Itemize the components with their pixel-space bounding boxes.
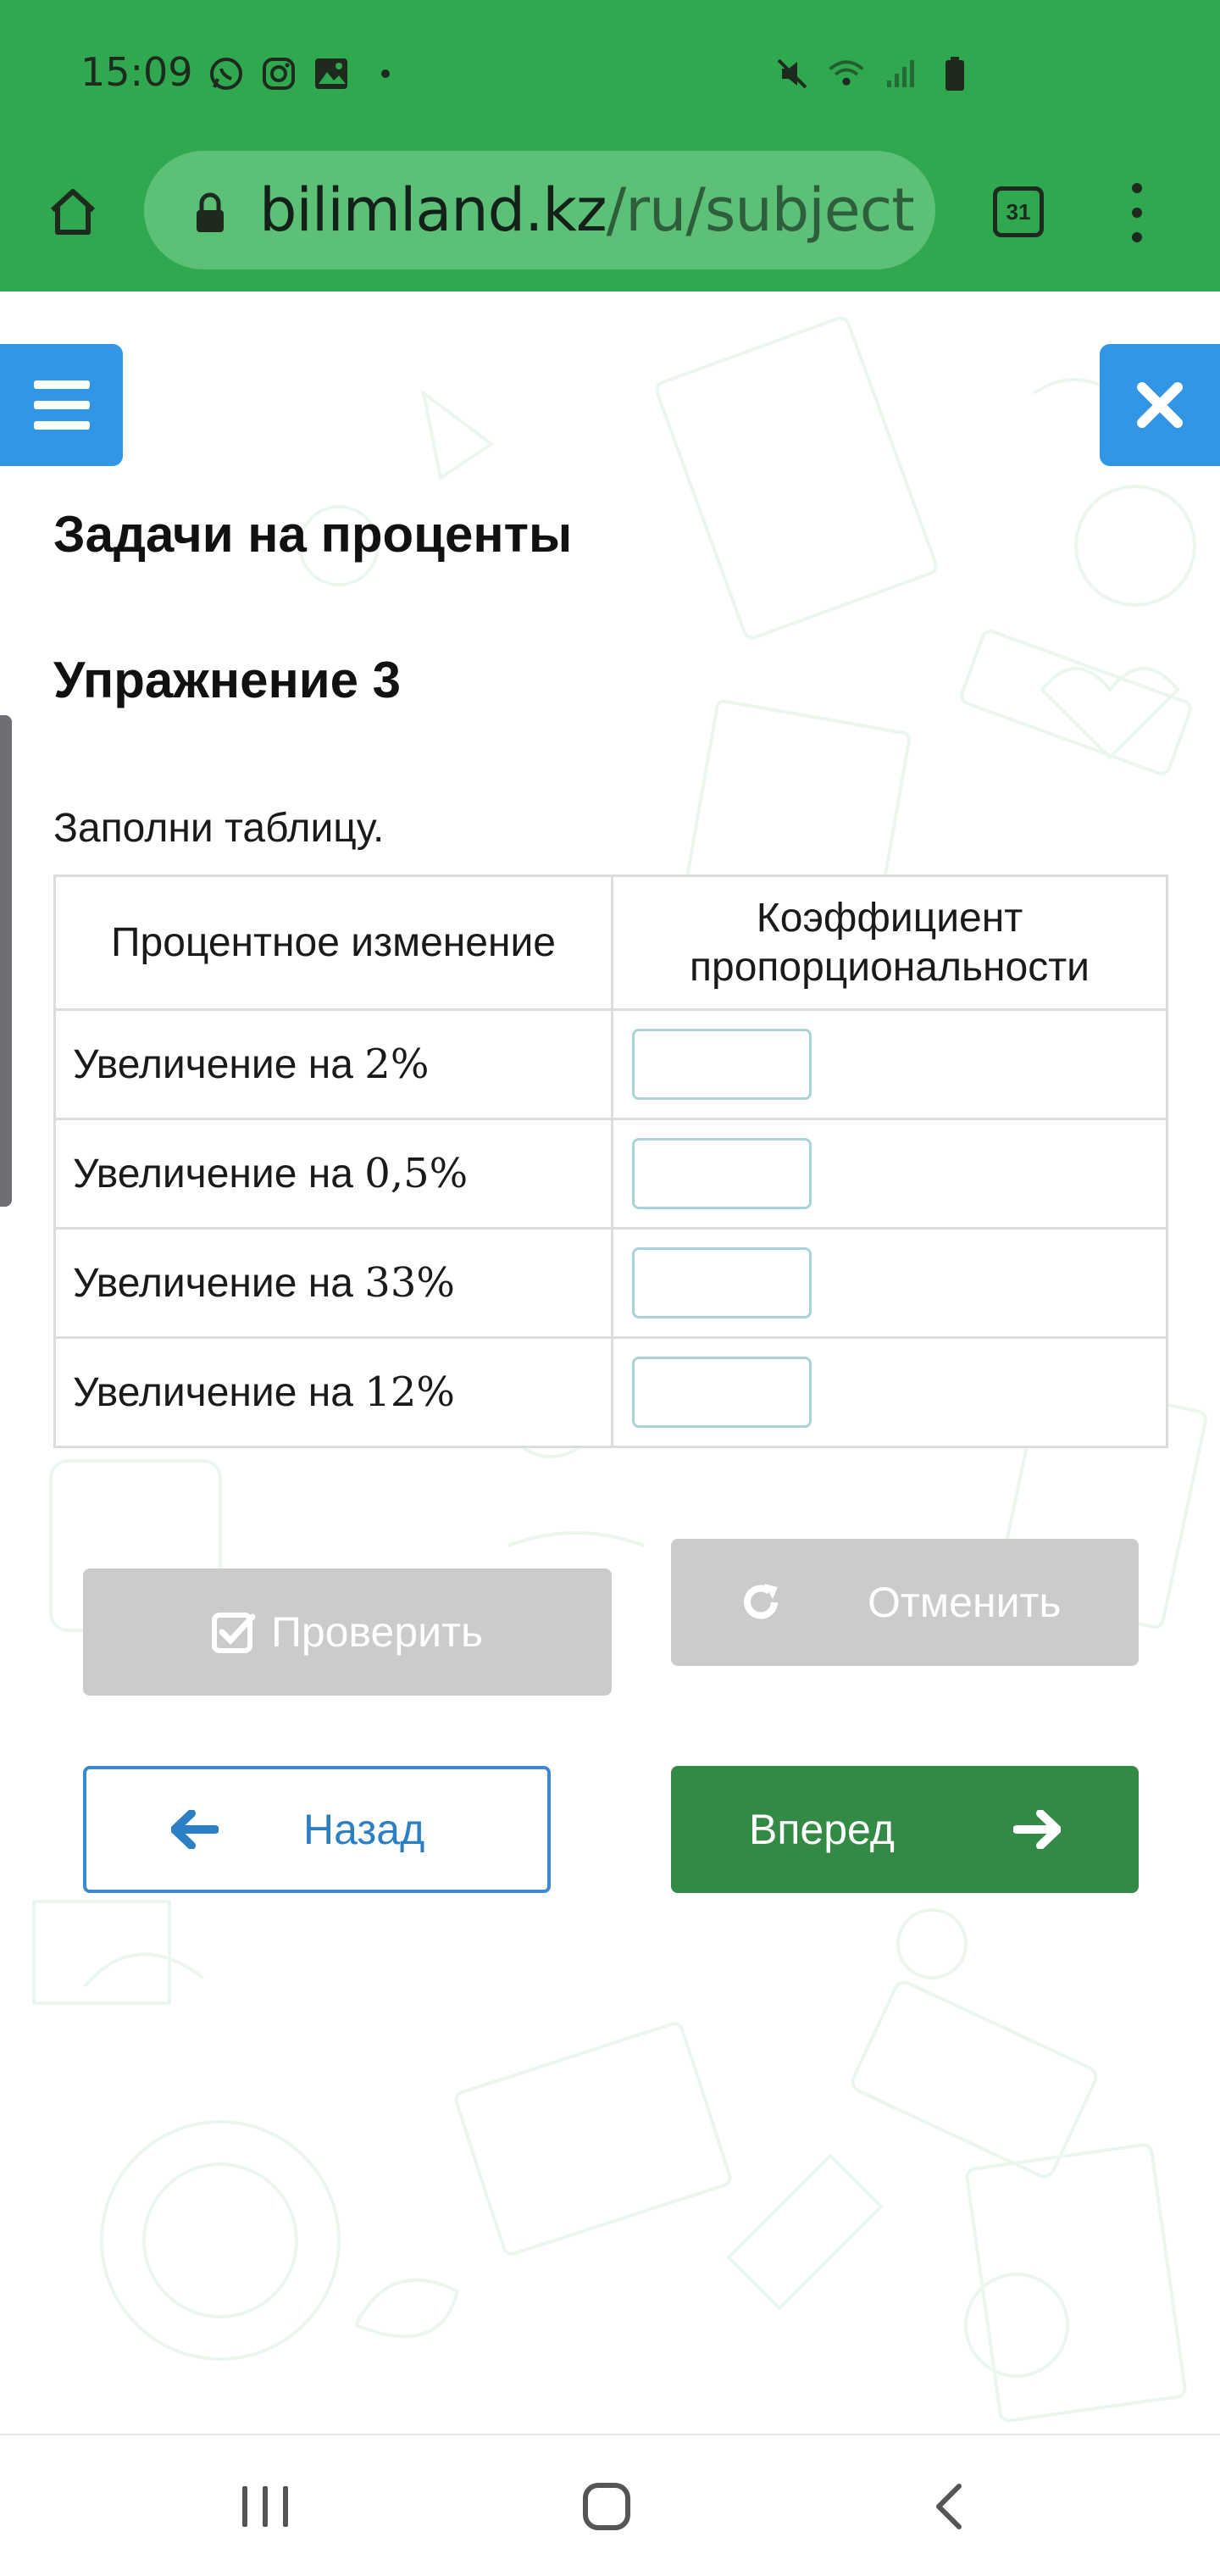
status-time: 15:09	[80, 49, 193, 95]
arrow-left-icon	[171, 1810, 219, 1849]
more-notifications-dot	[381, 69, 390, 78]
instruction-text: Заполни таблицу.	[53, 806, 385, 851]
column-header: Процентное изменение	[53, 874, 613, 1011]
percent-value: 33%	[364, 1259, 455, 1307]
answer-cell	[611, 1227, 1168, 1339]
row-label: Увеличение на 2%	[53, 1008, 613, 1120]
mute-icon	[773, 54, 812, 93]
page-content: Задачи на проценты Упражнение 3 Заполни …	[0, 291, 1220, 2434]
table-row: Увеличение на 12%	[53, 1336, 1168, 1448]
tab-switcher-button[interactable]: 31	[993, 186, 1044, 237]
system-navigation-bar	[0, 2434, 1220, 2576]
url-domain: bilimland.kz	[259, 175, 607, 245]
lock-icon	[193, 186, 230, 234]
arrow-right-icon	[1012, 1810, 1061, 1849]
topic-title: Задачи на проценты	[53, 506, 573, 563]
tab-count: 31	[1006, 198, 1031, 225]
status-system-icons	[773, 54, 974, 93]
table-row: Увеличение на 33%	[53, 1227, 1168, 1339]
cancel-button[interactable]: Отменить	[671, 1539, 1139, 1666]
answer-input[interactable]	[632, 1357, 812, 1428]
table-row: Увеличение на 0,5%	[53, 1118, 1168, 1230]
percent-value: 0,5%	[364, 1150, 469, 1197]
system-back-button[interactable]	[929, 2481, 969, 2532]
percent-value: 12%	[364, 1368, 455, 1416]
answer-cell	[611, 1336, 1168, 1448]
forward-button-label: Вперед	[749, 1806, 895, 1853]
close-icon	[1137, 382, 1183, 428]
column-header: Коэффициент пропорциональности	[611, 874, 1168, 1011]
address-bar[interactable]: bilimland.kz/ru/subject	[144, 151, 935, 269]
row-label: Увеличение на 0,5%	[53, 1118, 613, 1230]
close-button[interactable]	[1100, 344, 1220, 466]
table-row: Увеличение на 2%	[53, 1008, 1168, 1120]
home-icon	[50, 189, 96, 235]
url-path: /ru/subject	[606, 175, 915, 245]
wifi-icon	[827, 54, 866, 93]
answer-input[interactable]	[632, 1029, 812, 1100]
check-button[interactable]: Проверить	[83, 1568, 612, 1696]
cancel-button-label: Отменить	[868, 1579, 1062, 1626]
system-home-button[interactable]	[583, 2483, 630, 2530]
row-label: Увеличение на 33%	[53, 1227, 613, 1339]
battery-icon	[935, 54, 974, 93]
checkbox-check-icon	[211, 1613, 256, 1653]
whatsapp-icon	[207, 54, 246, 93]
browser-chrome: 15:09 bilimland.kz/ru/subject 31	[0, 0, 1220, 291]
url-text: bilimland.kz/ru/subject	[259, 175, 915, 245]
answer-cell	[611, 1118, 1168, 1230]
browser-home-button[interactable]	[42, 181, 103, 242]
recent-apps-button[interactable]	[242, 2486, 288, 2527]
side-scroll-handle[interactable]	[0, 715, 12, 1207]
table-header-row: Процентное изменение Коэффициент пропорц…	[53, 874, 1168, 1011]
hamburger-icon	[33, 380, 90, 389]
back-button-label: Назад	[303, 1806, 425, 1853]
browser-menu-button[interactable]	[1118, 183, 1156, 242]
back-button[interactable]: Назад	[83, 1766, 551, 1893]
gallery-icon	[312, 54, 351, 93]
forward-button[interactable]: Вперед	[671, 1766, 1139, 1893]
percent-value: 2%	[364, 1041, 430, 1088]
row-label: Увеличение на 12%	[53, 1336, 613, 1448]
answer-cell	[611, 1008, 1168, 1120]
menu-toggle-button[interactable]	[0, 344, 123, 466]
exercise-table: Процентное изменение Коэффициент пропорц…	[53, 874, 1168, 1448]
recent-apps-icon	[242, 2486, 247, 2527]
answer-input[interactable]	[632, 1138, 812, 1209]
exercise-title: Упражнение 3	[53, 652, 401, 708]
instagram-icon	[259, 54, 298, 93]
answer-input[interactable]	[632, 1247, 812, 1319]
signal-icon	[881, 54, 920, 93]
status-notifications	[207, 54, 390, 93]
check-button-label: Проверить	[270, 1608, 484, 1656]
refresh-icon	[744, 1584, 778, 1619]
